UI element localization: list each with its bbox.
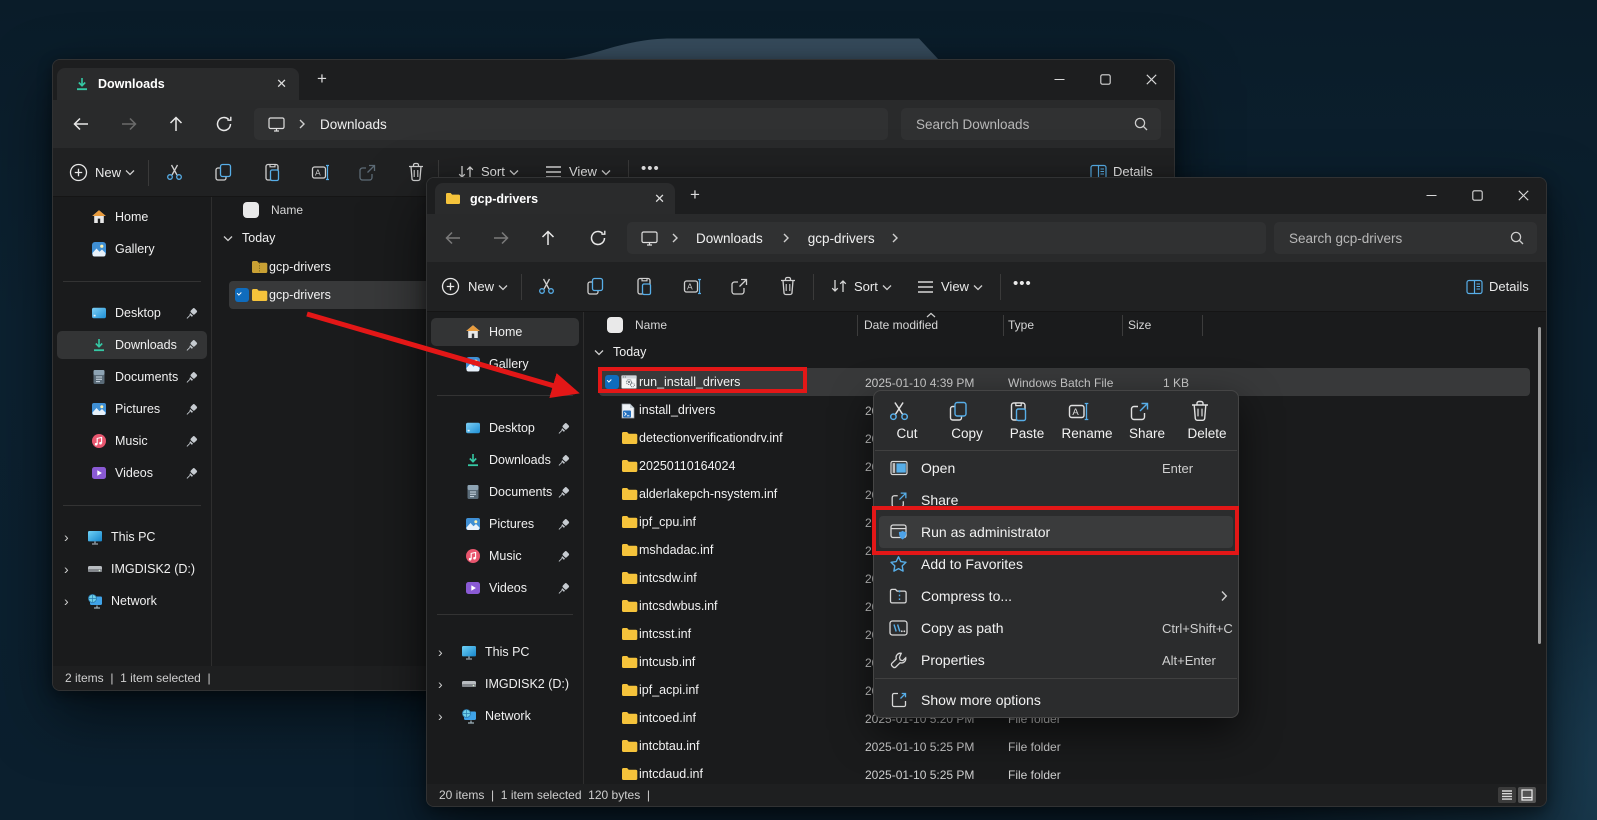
svg-text:A: A (315, 168, 321, 178)
svg-text:A: A (1072, 407, 1079, 418)
svg-text:A: A (687, 282, 693, 292)
